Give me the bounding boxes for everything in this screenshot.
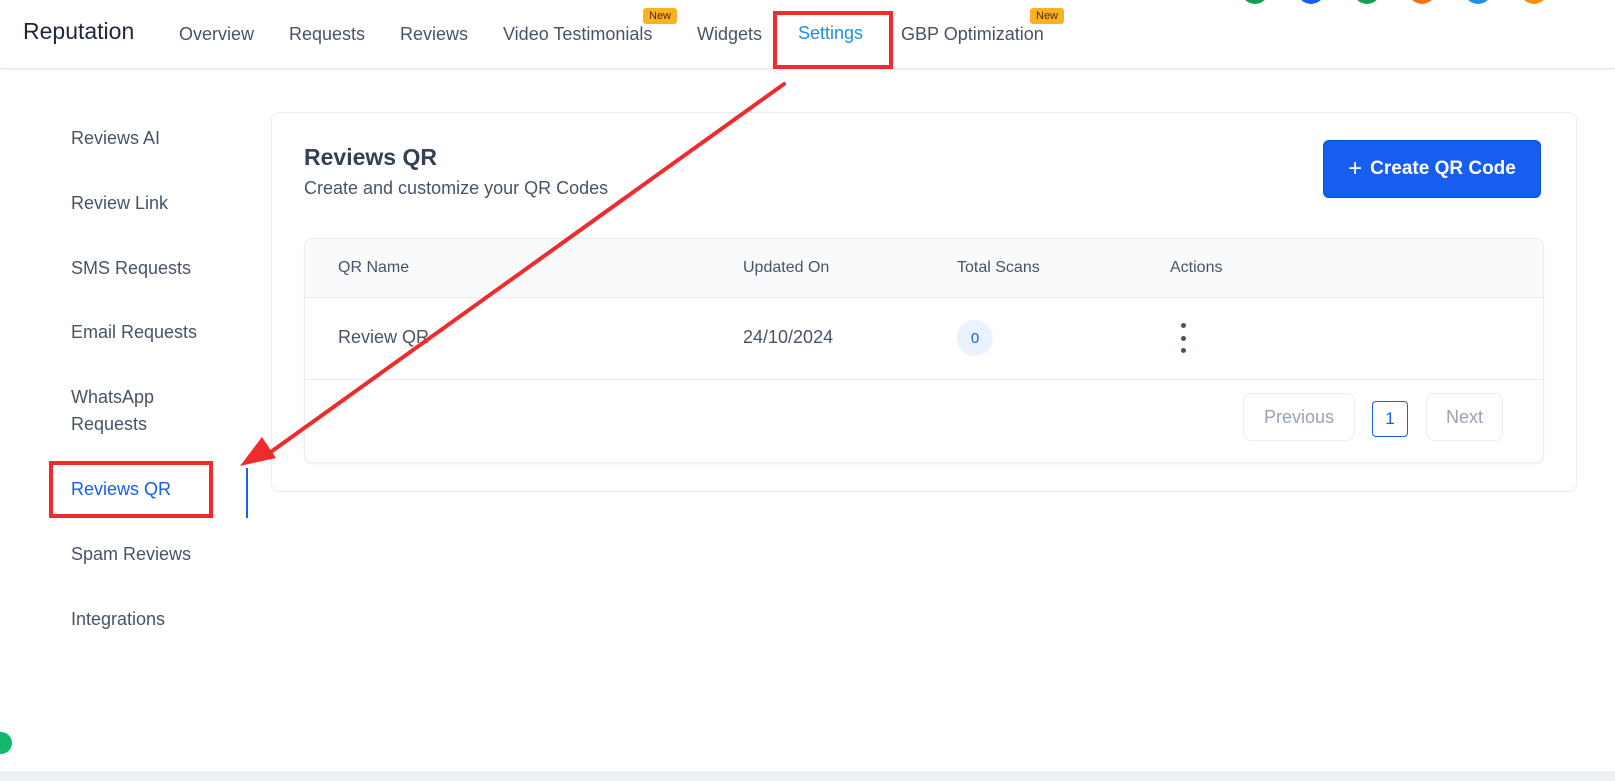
bottom-bar [0, 771, 1615, 781]
annotation-arrow [240, 82, 786, 466]
